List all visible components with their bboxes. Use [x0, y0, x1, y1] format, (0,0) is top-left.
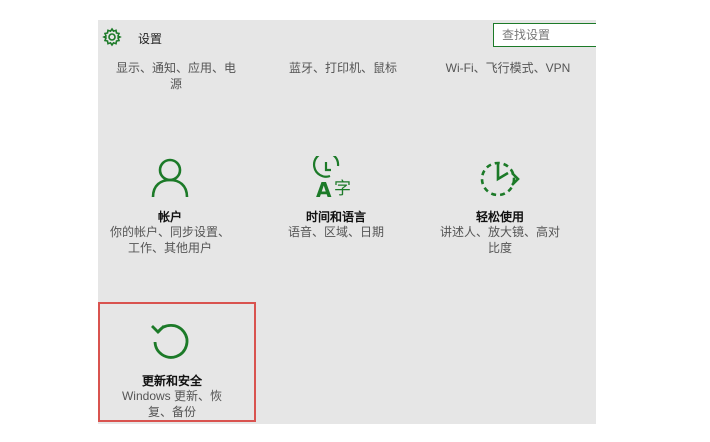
person-icon: [151, 158, 189, 198]
tile-ease-of-access-desc-line2: 比度: [487, 241, 512, 255]
tile-ease-of-access-name: 轻松使用: [475, 210, 524, 224]
system-desc-line2: 源: [169, 77, 182, 91]
search-input[interactable]: 查找设置: [493, 23, 596, 47]
tile-ease-of-access-desc-line1: 讲述人、放大镜、高对: [439, 225, 560, 239]
tile-accounts-desc: 你的帐户、同步设置、 工作、其他用户: [100, 224, 240, 256]
tile-accounts-name: 帐户: [157, 210, 182, 224]
settings-header: 设置 查找设置: [98, 20, 596, 54]
tile-accounts-desc-line1: 你的帐户、同步设置、: [109, 225, 230, 239]
devices-tile-desc[interactable]: 蓝牙、打印机、鼠标: [258, 60, 428, 76]
system-desc-line1: 显示、通知、应用、电: [115, 61, 236, 75]
system-tile-desc[interactable]: 显示、通知、应用、电 源: [106, 60, 246, 92]
settings-panel: 设置 查找设置 显示、通知、应用、电 源 蓝牙、打印机、鼠标 Wi-Fi、飞行模…: [98, 20, 596, 424]
time-language-icon: A 字: [312, 156, 351, 200]
svg-text:A: A: [316, 178, 332, 200]
tile-time-language-desc-line1: 语音、区域、日期: [287, 225, 384, 239]
ease-of-access-icon: [480, 161, 520, 197]
gear-icon: [102, 27, 122, 47]
page-title: 设置: [138, 32, 163, 46]
highlight-box: [98, 302, 256, 422]
devices-desc-line1: 蓝牙、打印机、鼠标: [288, 61, 397, 75]
network-desc-line1: Wi-Fi、飞行模式、VPN: [445, 61, 571, 75]
network-tile-desc[interactable]: Wi-Fi、飞行模式、VPN: [423, 60, 593, 76]
tile-ease-of-access-desc: 讲述人、放大镜、高对 比度: [430, 224, 570, 256]
svg-text:字: 字: [334, 179, 351, 199]
tile-time-language-name: 时间和语言: [305, 210, 366, 224]
tile-accounts-desc-line2: 工作、其他用户: [127, 241, 212, 255]
tile-time-language-desc: 语音、区域、日期: [266, 224, 406, 240]
